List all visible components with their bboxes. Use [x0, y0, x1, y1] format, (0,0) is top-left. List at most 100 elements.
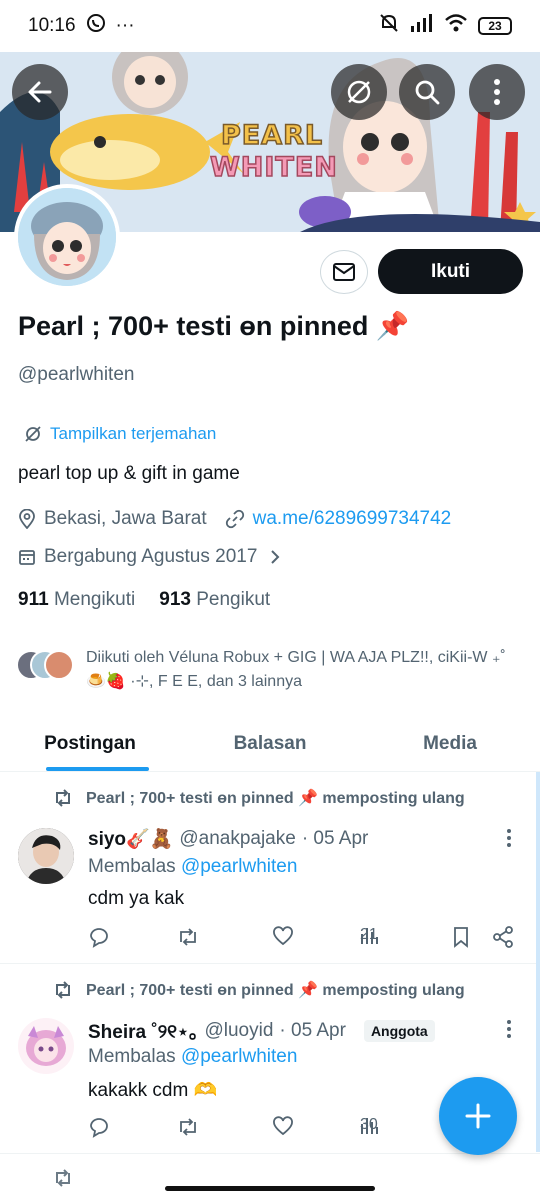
repost-icon: [180, 1118, 196, 1136]
post-author-avatar[interactable]: [18, 828, 74, 884]
views-button[interactable]: 30: [360, 1116, 378, 1134]
views-button[interactable]: 21: [360, 926, 378, 944]
bookmark-button[interactable]: [452, 926, 470, 948]
signal-icon: [410, 14, 434, 38]
status-bar: 10:16 ··· 23: [0, 0, 540, 52]
post-author-handle[interactable]: @luoyid: [204, 1020, 273, 1042]
search-button[interactable]: [399, 64, 455, 120]
repost-icon: [56, 981, 70, 999]
tab-posts[interactable]: Postingan: [0, 716, 180, 771]
profile-avatar[interactable]: [14, 184, 120, 290]
post-author-avatar[interactable]: [18, 1018, 74, 1074]
status-more-dots: ···: [115, 15, 135, 36]
profile-website-link[interactable]: wa.me/6289699734742: [253, 508, 452, 530]
post-item[interactable]: Pearl ; 700+ testi ɵn pinned 📌 mempostin…: [0, 772, 540, 964]
reply-button[interactable]: [88, 926, 110, 948]
reply-button[interactable]: [88, 1116, 110, 1138]
calendar-icon: [19, 550, 35, 565]
post-author-handle[interactable]: @anakpajake: [179, 828, 295, 850]
post-header: siyo🎸🧸 @anakpajake · 05 Apr: [88, 827, 368, 851]
repost-button[interactable]: [176, 1116, 200, 1138]
battery-icon: 23: [478, 17, 512, 35]
post-actions: 21: [88, 926, 518, 950]
link-icon: [225, 509, 244, 529]
whatsapp-icon: [86, 13, 106, 39]
search-icon: [415, 80, 440, 105]
profile-meta-row: Bekasi, Jawa Barat wa.me/6289699734742: [18, 508, 451, 530]
profile-bio: pearl top up & gift in game: [18, 463, 240, 484]
home-indicator[interactable]: [165, 1186, 375, 1191]
tab-media[interactable]: Media: [360, 716, 540, 771]
share-button[interactable]: [492, 926, 514, 948]
member-badge: Anggota: [363, 1019, 435, 1042]
followed-by-avatars: [16, 650, 76, 686]
more-vertical-icon: [507, 1020, 511, 1038]
views-count: 30: [360, 1116, 378, 1133]
repost-icon: [180, 928, 196, 946]
post-more-button[interactable]: [506, 1019, 512, 1045]
envelope-icon: [333, 263, 355, 281]
reply-icon: [90, 1118, 108, 1138]
reply-icon: [90, 928, 108, 948]
repost-icon: [56, 1169, 70, 1187]
avatar-photo: [18, 828, 74, 884]
followers-count-link[interactable]: 913 Pengikut: [159, 589, 270, 611]
following-count-link[interactable]: 911 Mengikuti: [18, 589, 135, 611]
post-header: Sheira ˚୨୧⋆｡ @luoyid · 05 Apr Anggota: [88, 1017, 435, 1044]
views-count: 21: [360, 926, 378, 943]
no-translate-icon: [347, 80, 371, 104]
followed-by-text: Diikuti oleh Véluna Robux + GIG | WA AJA…: [86, 649, 506, 690]
more-vertical-icon: [507, 829, 511, 847]
post-date: · 05 Apr: [301, 828, 369, 849]
share-icon: [493, 926, 513, 948]
post-text: kakakk cdm 🫶: [88, 1080, 218, 1101]
followed-by-row[interactable]: Diikuti oleh Véluna Robux + GIG | WA AJA…: [16, 646, 526, 694]
post-date: · 05 Apr: [279, 1019, 346, 1041]
back-button[interactable]: [12, 64, 68, 120]
status-time: 10:16: [28, 15, 76, 36]
compose-post-button[interactable]: [439, 1077, 517, 1155]
follow-counts: 911 Mengikuti 913 Pengikut: [18, 589, 270, 611]
like-button[interactable]: [272, 1116, 294, 1136]
post-more-button[interactable]: [506, 828, 512, 854]
post-reply-context: Membalas @pearlwhiten: [88, 856, 298, 877]
post-reply-context: Membalas @pearlwhiten: [88, 1046, 298, 1067]
banner-title: PEARL WHITEN: [209, 119, 338, 184]
repost-indicator: Pearl ; 700+ testi ɵn pinned 📌 mempostin…: [52, 788, 465, 808]
mute-icon: [378, 12, 400, 40]
profile-location: Bekasi, Jawa Barat: [44, 508, 207, 529]
scrollbar[interactable]: [536, 772, 540, 1152]
repost-button[interactable]: [176, 926, 200, 948]
show-translation-link[interactable]: Tampilkan terjemahan: [24, 424, 216, 444]
post-text: cdm ya kak: [88, 888, 185, 909]
avatar: [44, 650, 74, 680]
translate-icon: [25, 426, 41, 442]
arrow-left-icon: [28, 81, 52, 103]
repost-label: Pearl ; 700+ testi ɵn pinned 📌 mempostin…: [86, 790, 465, 807]
tab-replies[interactable]: Balasan: [180, 716, 360, 771]
profile-handle: @pearlwhiten: [18, 364, 135, 385]
like-button[interactable]: [272, 926, 294, 946]
display-name: Pearl ; 700+ testi ɵn pinned 📌: [18, 311, 410, 341]
repost-indicator: [52, 1168, 74, 1188]
post-author-name[interactable]: Sheira ˚୨୧⋆｡: [88, 1017, 198, 1044]
reply-to-link[interactable]: @pearlwhiten: [181, 856, 297, 877]
avatar-illustration: [18, 1018, 74, 1074]
translate-button[interactable]: [331, 64, 387, 120]
post-author-name[interactable]: siyo🎸🧸: [88, 827, 173, 851]
show-translation-label: Tampilkan terjemahan: [50, 424, 217, 443]
repost-label: Pearl ; 700+ testi ɵn pinned 📌 mempostin…: [86, 982, 465, 999]
avatar-illustration: [18, 188, 116, 286]
profile-tabs: Postingan Balasan Media: [0, 716, 540, 772]
message-button[interactable]: [320, 250, 368, 294]
bookmark-icon: [454, 927, 468, 948]
heart-icon: [273, 926, 293, 946]
chevron-right-icon: [271, 550, 280, 564]
reply-to-link[interactable]: @pearlwhiten: [181, 1046, 297, 1067]
profile-joined-date: Bergabung Agustus 2017: [44, 546, 258, 567]
wifi-icon: [444, 14, 468, 38]
profile-joined-row[interactable]: Bergabung Agustus 2017: [18, 546, 281, 568]
repost-indicator: Pearl ; 700+ testi ɵn pinned 📌 mempostin…: [52, 980, 465, 1000]
more-button[interactable]: [469, 64, 525, 120]
follow-button[interactable]: Ikuti: [378, 249, 523, 294]
